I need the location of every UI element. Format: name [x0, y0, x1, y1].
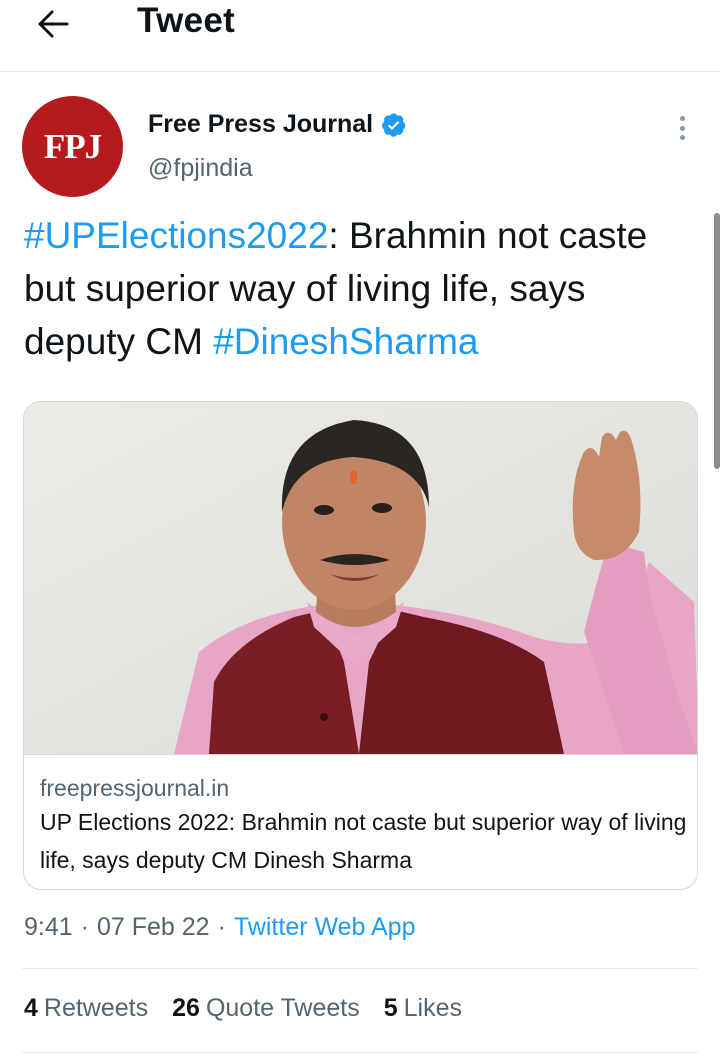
link-card[interactable]: freepressjournal.in UP Elections 2022: B…	[23, 401, 698, 890]
likes-label: Likes	[403, 994, 463, 1022]
quote-tweets-count: 26	[172, 994, 200, 1022]
author-name-line: Free Press Journal	[148, 110, 407, 139]
retweets-label: Retweets	[43, 994, 149, 1022]
retweets-count: 4	[24, 994, 38, 1022]
author-handle[interactable]: @fpjindia	[148, 154, 253, 183]
card-body: freepressjournal.in UP Elections 2022: B…	[24, 754, 697, 889]
avatar[interactable]: FPJ	[22, 96, 123, 197]
back-button[interactable]	[30, 4, 76, 44]
tweet-meta: 9:41 · 07 Feb 22 · Twitter Web App	[24, 913, 416, 942]
scrollbar[interactable]	[714, 213, 720, 469]
card-domain: freepressjournal.in	[40, 775, 230, 801]
page-title: Tweet	[137, 1, 236, 40]
more-vertical-icon	[679, 116, 685, 121]
card-title: UP Elections 2022: Brahmin not caste but…	[40, 809, 687, 873]
avatar-logo-text: FPJ	[43, 126, 102, 166]
likes-stat[interactable]: 5 Likes	[384, 994, 462, 1023]
hashtag-link[interactable]: #UPElections2022	[24, 215, 328, 256]
divider	[22, 1052, 698, 1053]
tweet-author: FPJ Free Press Journal @fpjindia	[22, 96, 698, 197]
tweet-time[interactable]: 9:41	[24, 913, 73, 942]
author-name[interactable]: Free Press Journal	[148, 110, 373, 139]
card-image	[24, 402, 697, 754]
top-bar: Tweet	[0, 0, 720, 72]
retweets-stat[interactable]: 4 Retweets	[24, 994, 148, 1023]
more-vertical-icon-dot	[679, 125, 685, 131]
meta-separator: ·	[217, 913, 226, 941]
meta-separator: ·	[80, 913, 89, 941]
quote-tweets-stat[interactable]: 26 Quote Tweets	[172, 994, 360, 1023]
more-options-button[interactable]	[670, 114, 694, 142]
more-vertical-icon-dot	[679, 135, 685, 140]
verified-badge-icon	[382, 112, 406, 137]
arrow-left-icon	[38, 10, 69, 38]
hashtag-link[interactable]: #DineshSharma	[213, 321, 478, 362]
quote-tweets-label: Quote Tweets	[205, 994, 360, 1022]
tweet-stats: 4 Retweets 26 Quote Tweets 5 Likes	[24, 994, 486, 1023]
likes-count: 5	[383, 994, 398, 1022]
tweet-source-link[interactable]: Twitter Web App	[234, 913, 416, 942]
tweet-date[interactable]: 07 Feb 22	[97, 913, 210, 942]
tweet-text: #UPElections2022: Brahmin not caste but …	[24, 209, 694, 368]
card-photo	[24, 402, 697, 754]
divider	[22, 968, 698, 969]
